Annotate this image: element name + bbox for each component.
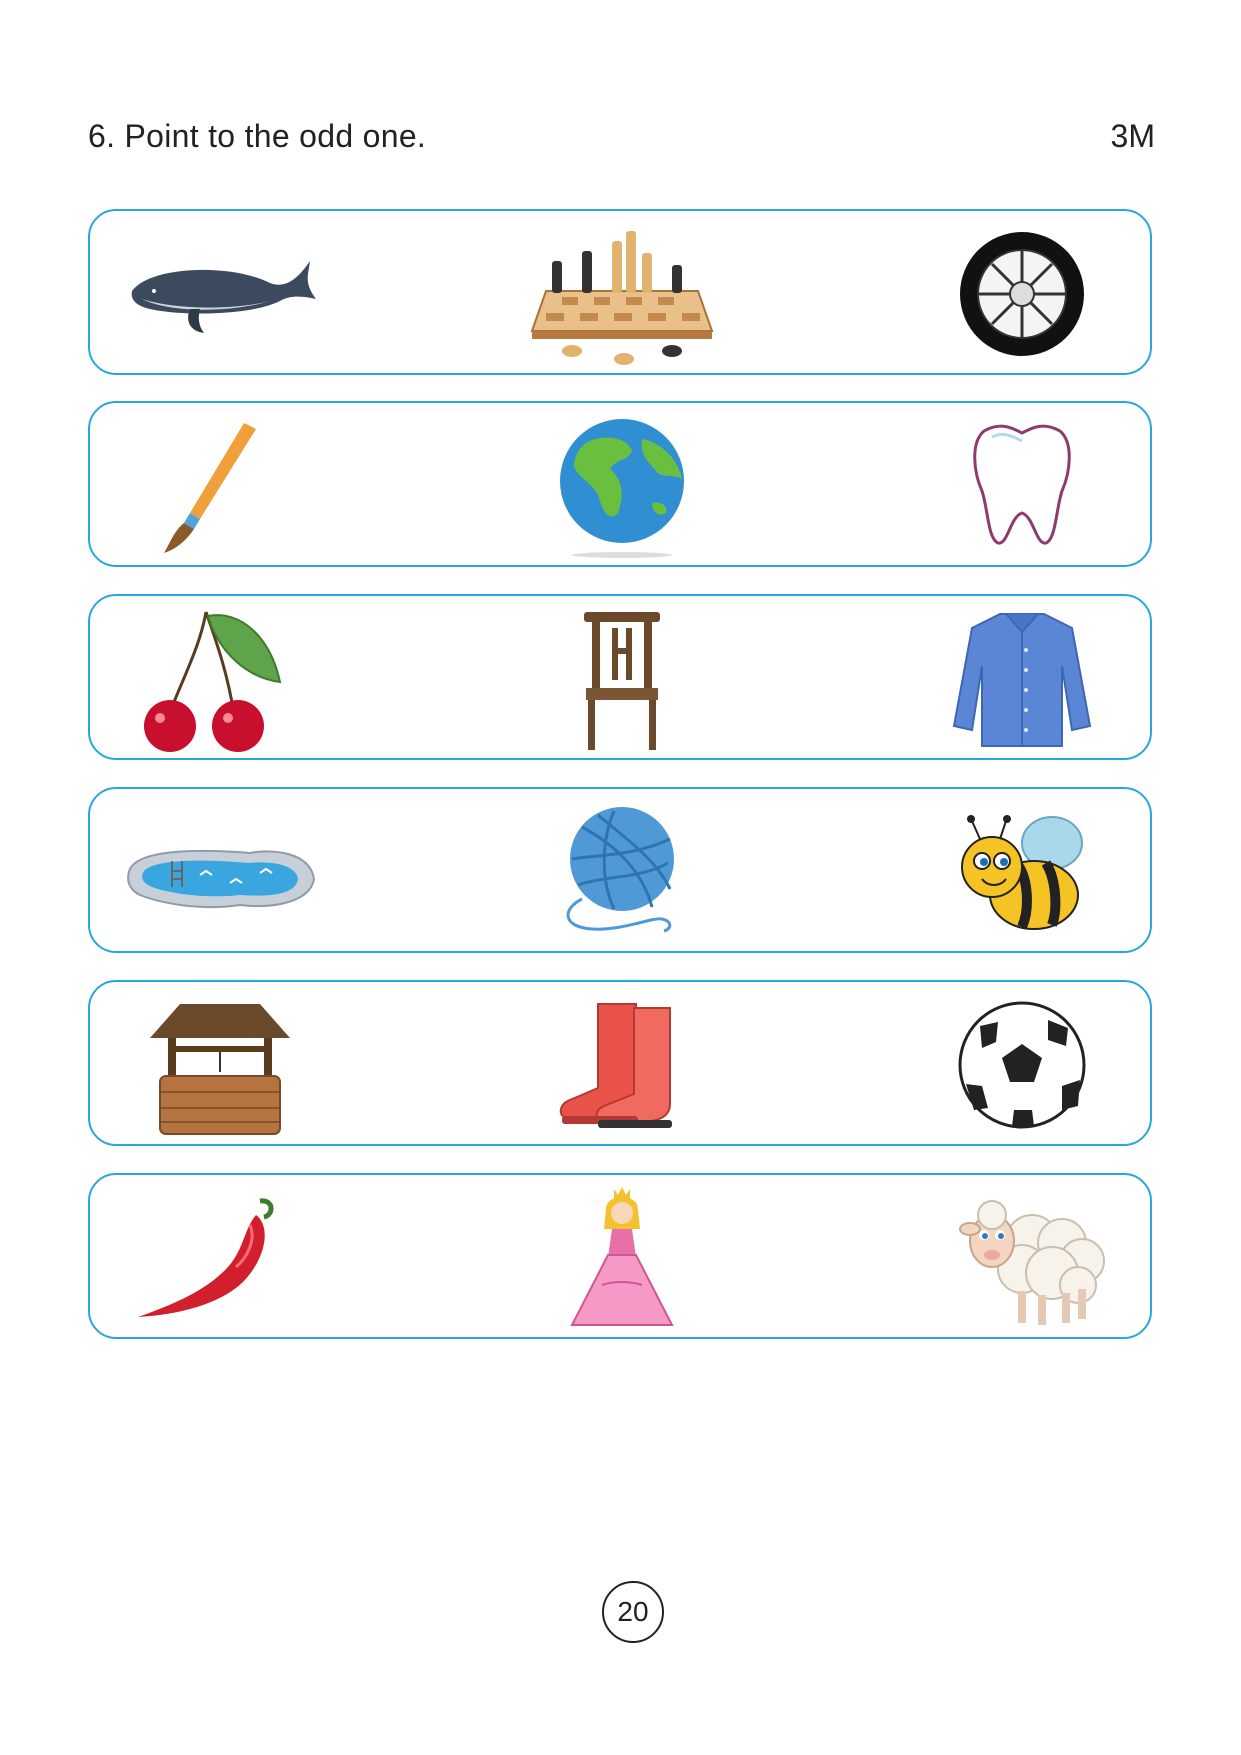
question-text: 6. Point to the odd one. <box>88 118 427 154</box>
option-row-3 <box>88 594 1152 760</box>
page-number: 20 <box>602 1581 664 1643</box>
option-row-1 <box>88 209 1152 375</box>
sheep-icon[interactable] <box>912 1183 1132 1333</box>
tooth-icon[interactable] <box>912 411 1132 561</box>
yarn-ball-icon[interactable] <box>512 797 732 947</box>
swimming-pool-icon[interactable] <box>110 797 330 947</box>
paintbrush-icon[interactable] <box>110 411 330 561</box>
option-row-5 <box>88 980 1152 1146</box>
shirt-icon[interactable] <box>912 604 1132 754</box>
wishing-well-icon[interactable] <box>110 990 330 1140</box>
chess-board-icon[interactable] <box>512 219 732 369</box>
cherries-icon[interactable] <box>110 604 330 754</box>
football-icon[interactable] <box>912 990 1132 1140</box>
option-row-2 <box>88 401 1152 567</box>
whale-icon[interactable] <box>110 219 330 369</box>
option-row-6 <box>88 1173 1152 1339</box>
tyre-icon[interactable] <box>912 219 1132 369</box>
globe-icon[interactable] <box>512 411 732 561</box>
princess-icon[interactable] <box>512 1183 732 1333</box>
bee-icon[interactable] <box>912 797 1132 947</box>
marks-label: 3M <box>1110 118 1155 154</box>
chilli-icon[interactable] <box>110 1183 330 1333</box>
option-row-4 <box>88 787 1152 953</box>
chair-icon[interactable] <box>512 604 732 754</box>
boots-icon[interactable] <box>512 990 732 1140</box>
